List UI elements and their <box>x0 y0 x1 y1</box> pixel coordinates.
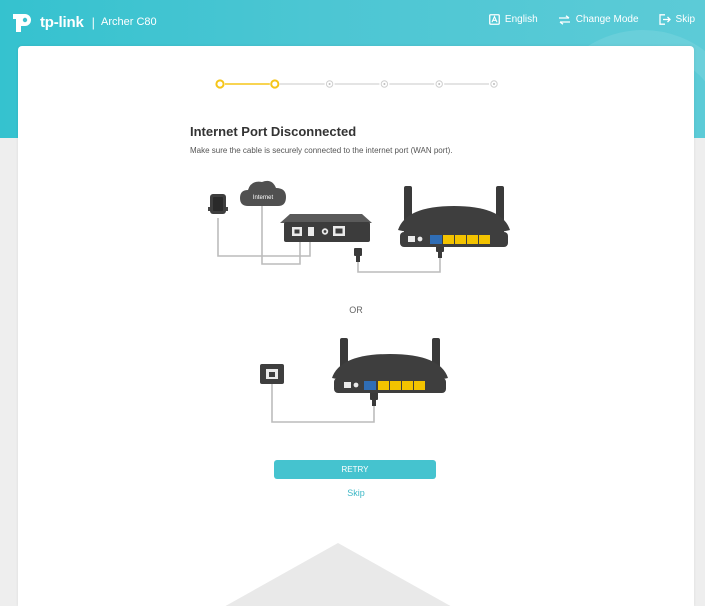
wall-jack-icon <box>260 364 284 384</box>
page-description: Make sure the cable is securely connecte… <box>190 146 453 155</box>
ethernet-cable <box>357 258 441 273</box>
header-nav: English Change Mode Skip <box>489 14 695 25</box>
cloud-icon: Internet <box>240 180 286 206</box>
brand-separator: | <box>91 14 95 30</box>
cloud-label: Internet <box>253 195 274 201</box>
tp-link-logo-icon <box>13 14 31 32</box>
model-name: Archer C80 <box>100 16 157 28</box>
router-icon <box>332 338 448 393</box>
brand-name: tp-link <box>40 13 84 31</box>
skip-nav-button[interactable]: Skip <box>658 14 695 25</box>
change-mode-button[interactable]: Change Mode <box>558 14 639 25</box>
modem-router-diagram: Internet <box>208 180 510 273</box>
progress-step <box>215 79 225 89</box>
change-mode-label: Change Mode <box>575 14 639 25</box>
progress-step <box>270 79 280 89</box>
setup-panel: Internet Port Disconnected Make sure the… <box>18 46 694 606</box>
wall-jack-router-diagram <box>260 338 448 423</box>
router-icon <box>398 186 510 247</box>
ethernet-plug-icon <box>354 248 362 262</box>
progress-step-dot <box>438 83 441 85</box>
swap-arrows-icon <box>558 14 570 25</box>
or-separator: OR <box>349 305 363 315</box>
language-button[interactable]: English <box>489 14 538 25</box>
progress-step-dot <box>328 83 331 85</box>
brand: tp-link | Archer C80 <box>10 8 157 36</box>
progress-step-dot <box>493 83 495 85</box>
retry-button[interactable]: RETRY <box>274 460 436 479</box>
language-icon <box>489 14 500 25</box>
progress-step-dot <box>383 83 386 85</box>
background-watermark-shape <box>213 543 463 606</box>
page-title: Internet Port Disconnected <box>190 124 357 139</box>
ethernet-plug-icon <box>370 392 378 406</box>
exit-icon <box>658 14 671 25</box>
modem-icon <box>280 214 372 242</box>
language-label: English <box>504 14 538 25</box>
power-adapter-icon <box>208 194 228 214</box>
skip-nav-label: Skip <box>675 14 695 25</box>
skip-link[interactable]: Skip <box>18 488 694 498</box>
progress-steps <box>215 79 498 89</box>
